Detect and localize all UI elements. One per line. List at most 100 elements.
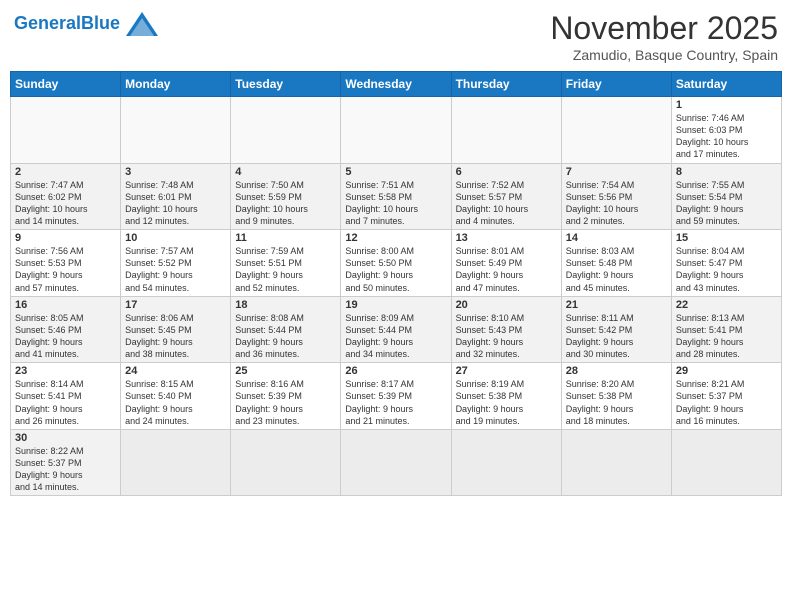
day-info: Sunrise: 8:20 AM Sunset: 5:38 PM Dayligh… [566,378,667,427]
day-info: Sunrise: 8:14 AM Sunset: 5:41 PM Dayligh… [15,378,116,427]
calendar-cell: 19Sunrise: 8:09 AM Sunset: 5:44 PM Dayli… [341,296,451,363]
day-number: 19 [345,299,446,311]
calendar-cell: 17Sunrise: 8:06 AM Sunset: 5:45 PM Dayli… [121,296,231,363]
day-info: Sunrise: 8:05 AM Sunset: 5:46 PM Dayligh… [15,312,116,361]
calendar-cell: 18Sunrise: 8:08 AM Sunset: 5:44 PM Dayli… [231,296,341,363]
day-info: Sunrise: 7:46 AM Sunset: 6:03 PM Dayligh… [676,112,777,161]
calendar-cell [341,97,451,164]
day-info: Sunrise: 8:01 AM Sunset: 5:49 PM Dayligh… [456,245,557,294]
calendar-cell: 4Sunrise: 7:50 AM Sunset: 5:59 PM Daylig… [231,163,341,230]
day-info: Sunrise: 8:10 AM Sunset: 5:43 PM Dayligh… [456,312,557,361]
calendar-cell [341,429,451,496]
day-info: Sunrise: 8:22 AM Sunset: 5:37 PM Dayligh… [15,445,116,494]
weekday-header-monday: Monday [121,72,231,97]
calendar-cell: 10Sunrise: 7:57 AM Sunset: 5:52 PM Dayli… [121,230,231,297]
calendar-cell: 13Sunrise: 8:01 AM Sunset: 5:49 PM Dayli… [451,230,561,297]
day-number: 28 [566,365,667,377]
day-info: Sunrise: 8:13 AM Sunset: 5:41 PM Dayligh… [676,312,777,361]
calendar-cell [11,97,121,164]
day-number: 13 [456,232,557,244]
title-block: November 2025 Zamudio, Basque Country, S… [550,10,778,63]
day-info: Sunrise: 7:51 AM Sunset: 5:58 PM Dayligh… [345,179,446,228]
day-number: 14 [566,232,667,244]
day-info: Sunrise: 7:52 AM Sunset: 5:57 PM Dayligh… [456,179,557,228]
day-number: 15 [676,232,777,244]
day-number: 6 [456,166,557,178]
day-info: Sunrise: 7:59 AM Sunset: 5:51 PM Dayligh… [235,245,336,294]
logo-text: GeneralBlue [14,14,120,34]
weekday-header-wednesday: Wednesday [341,72,451,97]
day-info: Sunrise: 8:00 AM Sunset: 5:50 PM Dayligh… [345,245,446,294]
day-number: 12 [345,232,446,244]
page-header: GeneralBlue November 2025 Zamudio, Basqu… [10,10,782,63]
day-number: 5 [345,166,446,178]
day-number: 26 [345,365,446,377]
day-info: Sunrise: 7:50 AM Sunset: 5:59 PM Dayligh… [235,179,336,228]
calendar-cell: 28Sunrise: 8:20 AM Sunset: 5:38 PM Dayli… [561,363,671,430]
calendar-week-row: 23Sunrise: 8:14 AM Sunset: 5:41 PM Dayli… [11,363,782,430]
day-info: Sunrise: 8:04 AM Sunset: 5:47 PM Dayligh… [676,245,777,294]
calendar-cell [561,97,671,164]
calendar-cell: 26Sunrise: 8:17 AM Sunset: 5:39 PM Dayli… [341,363,451,430]
calendar-cell: 9Sunrise: 7:56 AM Sunset: 5:53 PM Daylig… [11,230,121,297]
calendar-cell: 8Sunrise: 7:55 AM Sunset: 5:54 PM Daylig… [671,163,781,230]
day-info: Sunrise: 8:15 AM Sunset: 5:40 PM Dayligh… [125,378,226,427]
calendar-cell [451,97,561,164]
calendar-cell [671,429,781,496]
day-info: Sunrise: 7:47 AM Sunset: 6:02 PM Dayligh… [15,179,116,228]
location: Zamudio, Basque Country, Spain [550,47,778,63]
day-number: 30 [15,432,116,444]
day-number: 21 [566,299,667,311]
calendar-cell: 22Sunrise: 8:13 AM Sunset: 5:41 PM Dayli… [671,296,781,363]
day-number: 24 [125,365,226,377]
calendar-cell: 16Sunrise: 8:05 AM Sunset: 5:46 PM Dayli… [11,296,121,363]
calendar-cell: 1Sunrise: 7:46 AM Sunset: 6:03 PM Daylig… [671,97,781,164]
day-info: Sunrise: 7:54 AM Sunset: 5:56 PM Dayligh… [566,179,667,228]
day-number: 11 [235,232,336,244]
day-number: 27 [456,365,557,377]
logo-general: General [14,13,81,33]
calendar-cell: 23Sunrise: 8:14 AM Sunset: 5:41 PM Dayli… [11,363,121,430]
day-number: 1 [676,99,777,111]
month-title: November 2025 [550,10,778,47]
calendar-week-row: 1Sunrise: 7:46 AM Sunset: 6:03 PM Daylig… [11,97,782,164]
day-info: Sunrise: 8:08 AM Sunset: 5:44 PM Dayligh… [235,312,336,361]
day-info: Sunrise: 8:09 AM Sunset: 5:44 PM Dayligh… [345,312,446,361]
weekday-header-row: SundayMondayTuesdayWednesdayThursdayFrid… [11,72,782,97]
day-number: 8 [676,166,777,178]
day-info: Sunrise: 8:17 AM Sunset: 5:39 PM Dayligh… [345,378,446,427]
logo-icon [124,10,160,38]
calendar-cell: 15Sunrise: 8:04 AM Sunset: 5:47 PM Dayli… [671,230,781,297]
day-number: 7 [566,166,667,178]
day-info: Sunrise: 7:48 AM Sunset: 6:01 PM Dayligh… [125,179,226,228]
day-info: Sunrise: 7:56 AM Sunset: 5:53 PM Dayligh… [15,245,116,294]
weekday-header-friday: Friday [561,72,671,97]
calendar-week-row: 9Sunrise: 7:56 AM Sunset: 5:53 PM Daylig… [11,230,782,297]
calendar-cell: 14Sunrise: 8:03 AM Sunset: 5:48 PM Dayli… [561,230,671,297]
calendar-cell: 24Sunrise: 8:15 AM Sunset: 5:40 PM Dayli… [121,363,231,430]
calendar-cell [231,429,341,496]
day-number: 23 [15,365,116,377]
calendar-cell [121,97,231,164]
weekday-header-saturday: Saturday [671,72,781,97]
weekday-header-thursday: Thursday [451,72,561,97]
day-number: 10 [125,232,226,244]
calendar-cell [231,97,341,164]
calendar-cell [561,429,671,496]
calendar-cell [451,429,561,496]
day-info: Sunrise: 8:03 AM Sunset: 5:48 PM Dayligh… [566,245,667,294]
calendar-cell: 2Sunrise: 7:47 AM Sunset: 6:02 PM Daylig… [11,163,121,230]
weekday-header-sunday: Sunday [11,72,121,97]
day-info: Sunrise: 8:06 AM Sunset: 5:45 PM Dayligh… [125,312,226,361]
weekday-header-tuesday: Tuesday [231,72,341,97]
day-number: 3 [125,166,226,178]
calendar-cell: 5Sunrise: 7:51 AM Sunset: 5:58 PM Daylig… [341,163,451,230]
day-info: Sunrise: 8:19 AM Sunset: 5:38 PM Dayligh… [456,378,557,427]
logo-blue: Blue [81,13,120,33]
calendar-cell: 21Sunrise: 8:11 AM Sunset: 5:42 PM Dayli… [561,296,671,363]
day-info: Sunrise: 8:21 AM Sunset: 5:37 PM Dayligh… [676,378,777,427]
day-info: Sunrise: 7:57 AM Sunset: 5:52 PM Dayligh… [125,245,226,294]
day-number: 2 [15,166,116,178]
calendar-cell [121,429,231,496]
calendar-week-row: 16Sunrise: 8:05 AM Sunset: 5:46 PM Dayli… [11,296,782,363]
